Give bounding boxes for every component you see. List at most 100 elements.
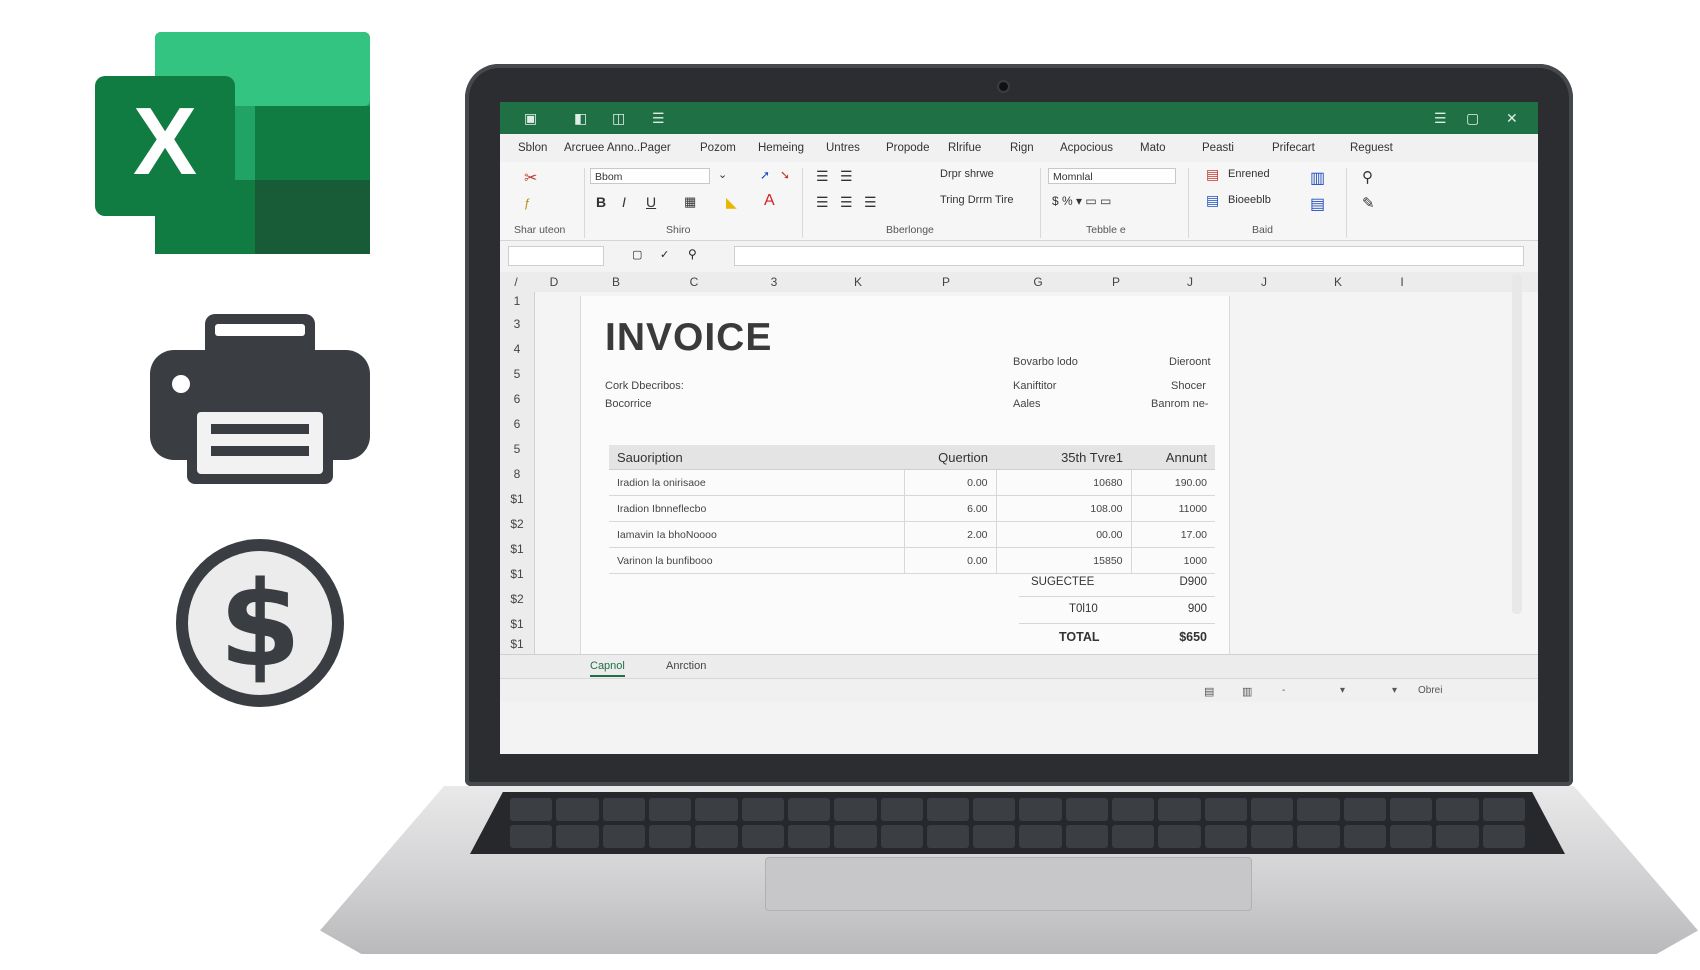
item-description: Iamavin Ia bhoNoooo [609, 521, 904, 548]
row-header[interactable]: $2 [500, 517, 534, 531]
menu-item[interactable]: Acpocious [1060, 142, 1113, 154]
table-header: 35th Tvre1 [996, 445, 1131, 470]
menu-item[interactable]: Rlrifue [948, 142, 981, 154]
bold-button[interactable]: B [596, 194, 606, 210]
zoom-out-icon[interactable]: - [1282, 685, 1285, 696]
menu-item[interactable]: Reguest [1350, 142, 1393, 154]
currency-icon[interactable]: $ % ▾ ▭ ▭ [1052, 194, 1111, 208]
column-header[interactable]: I [1394, 275, 1410, 289]
align-top-icon[interactable]: ☰ [816, 168, 829, 185]
sheet-tab[interactable]: Capnol [590, 660, 625, 677]
sort-filter-icon[interactable]: ✎ [1362, 194, 1375, 212]
row-header[interactable]: 5 [500, 367, 534, 381]
table-row[interactable]: Varinon la bunfibooo 0.00 15850 1000 [609, 547, 1215, 574]
find-icon[interactable]: ⚲ [1362, 168, 1373, 186]
zoom-level[interactable]: Obrei [1418, 685, 1442, 696]
column-header[interactable]: P [938, 275, 954, 289]
column-header[interactable]: C [686, 275, 702, 289]
normal-view-icon[interactable]: ▤ [1204, 685, 1214, 698]
italic-button[interactable]: I [622, 194, 626, 210]
column-header[interactable]: B [608, 275, 624, 289]
menu-item[interactable]: Arcruee Anno.. [564, 142, 640, 154]
column-header[interactable]: P [1108, 275, 1124, 289]
row-header[interactable]: $1 [500, 492, 534, 506]
redo-icon[interactable]: ◫ [612, 109, 625, 127]
wrap-text-button[interactable]: Drpr shrwe [940, 168, 994, 180]
menu-item[interactable]: Prifecart [1272, 142, 1315, 154]
table-row[interactable]: Iradion Ibnneflecbo 6.00 108.00 11000 [609, 495, 1215, 522]
column-header[interactable]: K [850, 275, 866, 289]
menu-item[interactable]: Propode [886, 142, 929, 154]
font-color-button[interactable]: A [764, 192, 775, 210]
number-format-select[interactable]: Momnlal [1048, 168, 1176, 184]
zoom-in-icon[interactable]: ▾ [1392, 685, 1397, 696]
ribbon-display-icon[interactable]: ☰ [1434, 109, 1447, 127]
column-header[interactable]: 3 [766, 275, 782, 289]
undo-icon[interactable]: ◧ [574, 109, 587, 127]
ribbon-group-label: Shar uteon [514, 224, 566, 236]
shrink-font-icon[interactable]: ➘ [780, 168, 790, 182]
align-middle-icon[interactable]: ☰ [840, 168, 853, 185]
font-name-select[interactable]: Bbom [590, 168, 710, 184]
column-header[interactable]: J [1256, 275, 1272, 289]
sheet-grid[interactable]: INVOICE Cork Dbecribos: Bocorrice Bovarb… [535, 292, 1538, 654]
align-right-icon[interactable]: ☰ [864, 194, 877, 211]
menu-item[interactable]: Rign [1010, 142, 1034, 154]
menu-item[interactable]: Hemeing [758, 142, 804, 154]
restore-icon[interactable]: ▢ [1466, 109, 1479, 127]
row-header[interactable]: 6 [500, 417, 534, 431]
menu-item[interactable]: Sblon [518, 142, 547, 154]
row-header[interactable]: 3 [500, 317, 534, 331]
row-header[interactable]: 4 [500, 342, 534, 356]
styles-button[interactable]: Enrened [1228, 168, 1270, 180]
menu-item[interactable]: Pozom [700, 142, 736, 154]
row-header[interactable]: $1 [500, 637, 534, 651]
menu-item[interactable]: Peasti [1202, 142, 1234, 154]
align-center-icon[interactable]: ☰ [840, 194, 853, 211]
confirm-icon[interactable]: ✓ [660, 248, 669, 261]
select-all-icon[interactable]: / [508, 275, 524, 289]
conditional-format-icon[interactable]: ▤ [1206, 166, 1219, 183]
fill-color-icon[interactable]: ◣ [726, 194, 737, 211]
vertical-scrollbar[interactable] [1512, 274, 1522, 614]
font-size-icon[interactable]: ⌄ [718, 168, 727, 181]
menu-item[interactable]: Mato [1140, 142, 1166, 154]
column-header[interactable]: J [1182, 275, 1198, 289]
row-header[interactable]: $1 [500, 542, 534, 556]
row-header[interactable]: 1 [500, 294, 534, 308]
column-header[interactable]: D [546, 275, 562, 289]
column-header[interactable]: G [1030, 275, 1046, 289]
page-layout-icon[interactable]: ▥ [1242, 685, 1252, 698]
grow-font-icon[interactable]: ➚ [760, 168, 770, 182]
insert-cells-icon[interactable]: ▥ [1310, 168, 1325, 188]
function-icon[interactable]: ⚲ [688, 247, 697, 261]
cell-styles-button[interactable]: Bioeeblb [1228, 194, 1271, 206]
table-row[interactable]: Iamavin Ia bhoNoooo 2.00 00.00 17.00 [609, 521, 1215, 548]
underline-button[interactable]: U [646, 194, 656, 210]
column-header[interactable]: K [1330, 275, 1346, 289]
table-row[interactable]: Iradion la onirisaoe 0.00 10680 190.00 [609, 469, 1215, 496]
delete-cells-icon[interactable]: ▤ [1310, 194, 1325, 214]
format-table-icon[interactable]: ▤ [1206, 192, 1219, 209]
align-left-icon[interactable]: ☰ [816, 194, 829, 211]
close-icon[interactable]: ✕ [1506, 109, 1518, 127]
paste-icon[interactable]: ✂ [524, 168, 537, 188]
row-header[interactable]: $1 [500, 567, 534, 581]
menu-icon[interactable]: ☰ [652, 109, 665, 127]
row-header[interactable]: 5 [500, 442, 534, 456]
format-painter-icon[interactable]: ƒ [524, 196, 531, 210]
menu-item[interactable]: Untres [826, 142, 860, 154]
zoom-slider-icon[interactable]: ▾ [1340, 685, 1345, 696]
borders-icon[interactable]: ▦ [684, 194, 696, 210]
save-icon[interactable]: ▣ [524, 109, 537, 127]
row-header[interactable]: $2 [500, 592, 534, 606]
row-header[interactable]: $1 [500, 617, 534, 631]
merge-center-button[interactable]: Tring Drrm Tire [940, 194, 1014, 206]
menu-item[interactable]: Pager [640, 142, 671, 154]
row-header[interactable]: 8 [500, 467, 534, 481]
cancel-icon[interactable]: ▢ [632, 248, 642, 261]
row-header[interactable]: 6 [500, 392, 534, 406]
formula-input[interactable] [734, 246, 1524, 266]
name-box[interactable] [508, 246, 604, 266]
sheet-tab[interactable]: Anrction [666, 660, 706, 672]
